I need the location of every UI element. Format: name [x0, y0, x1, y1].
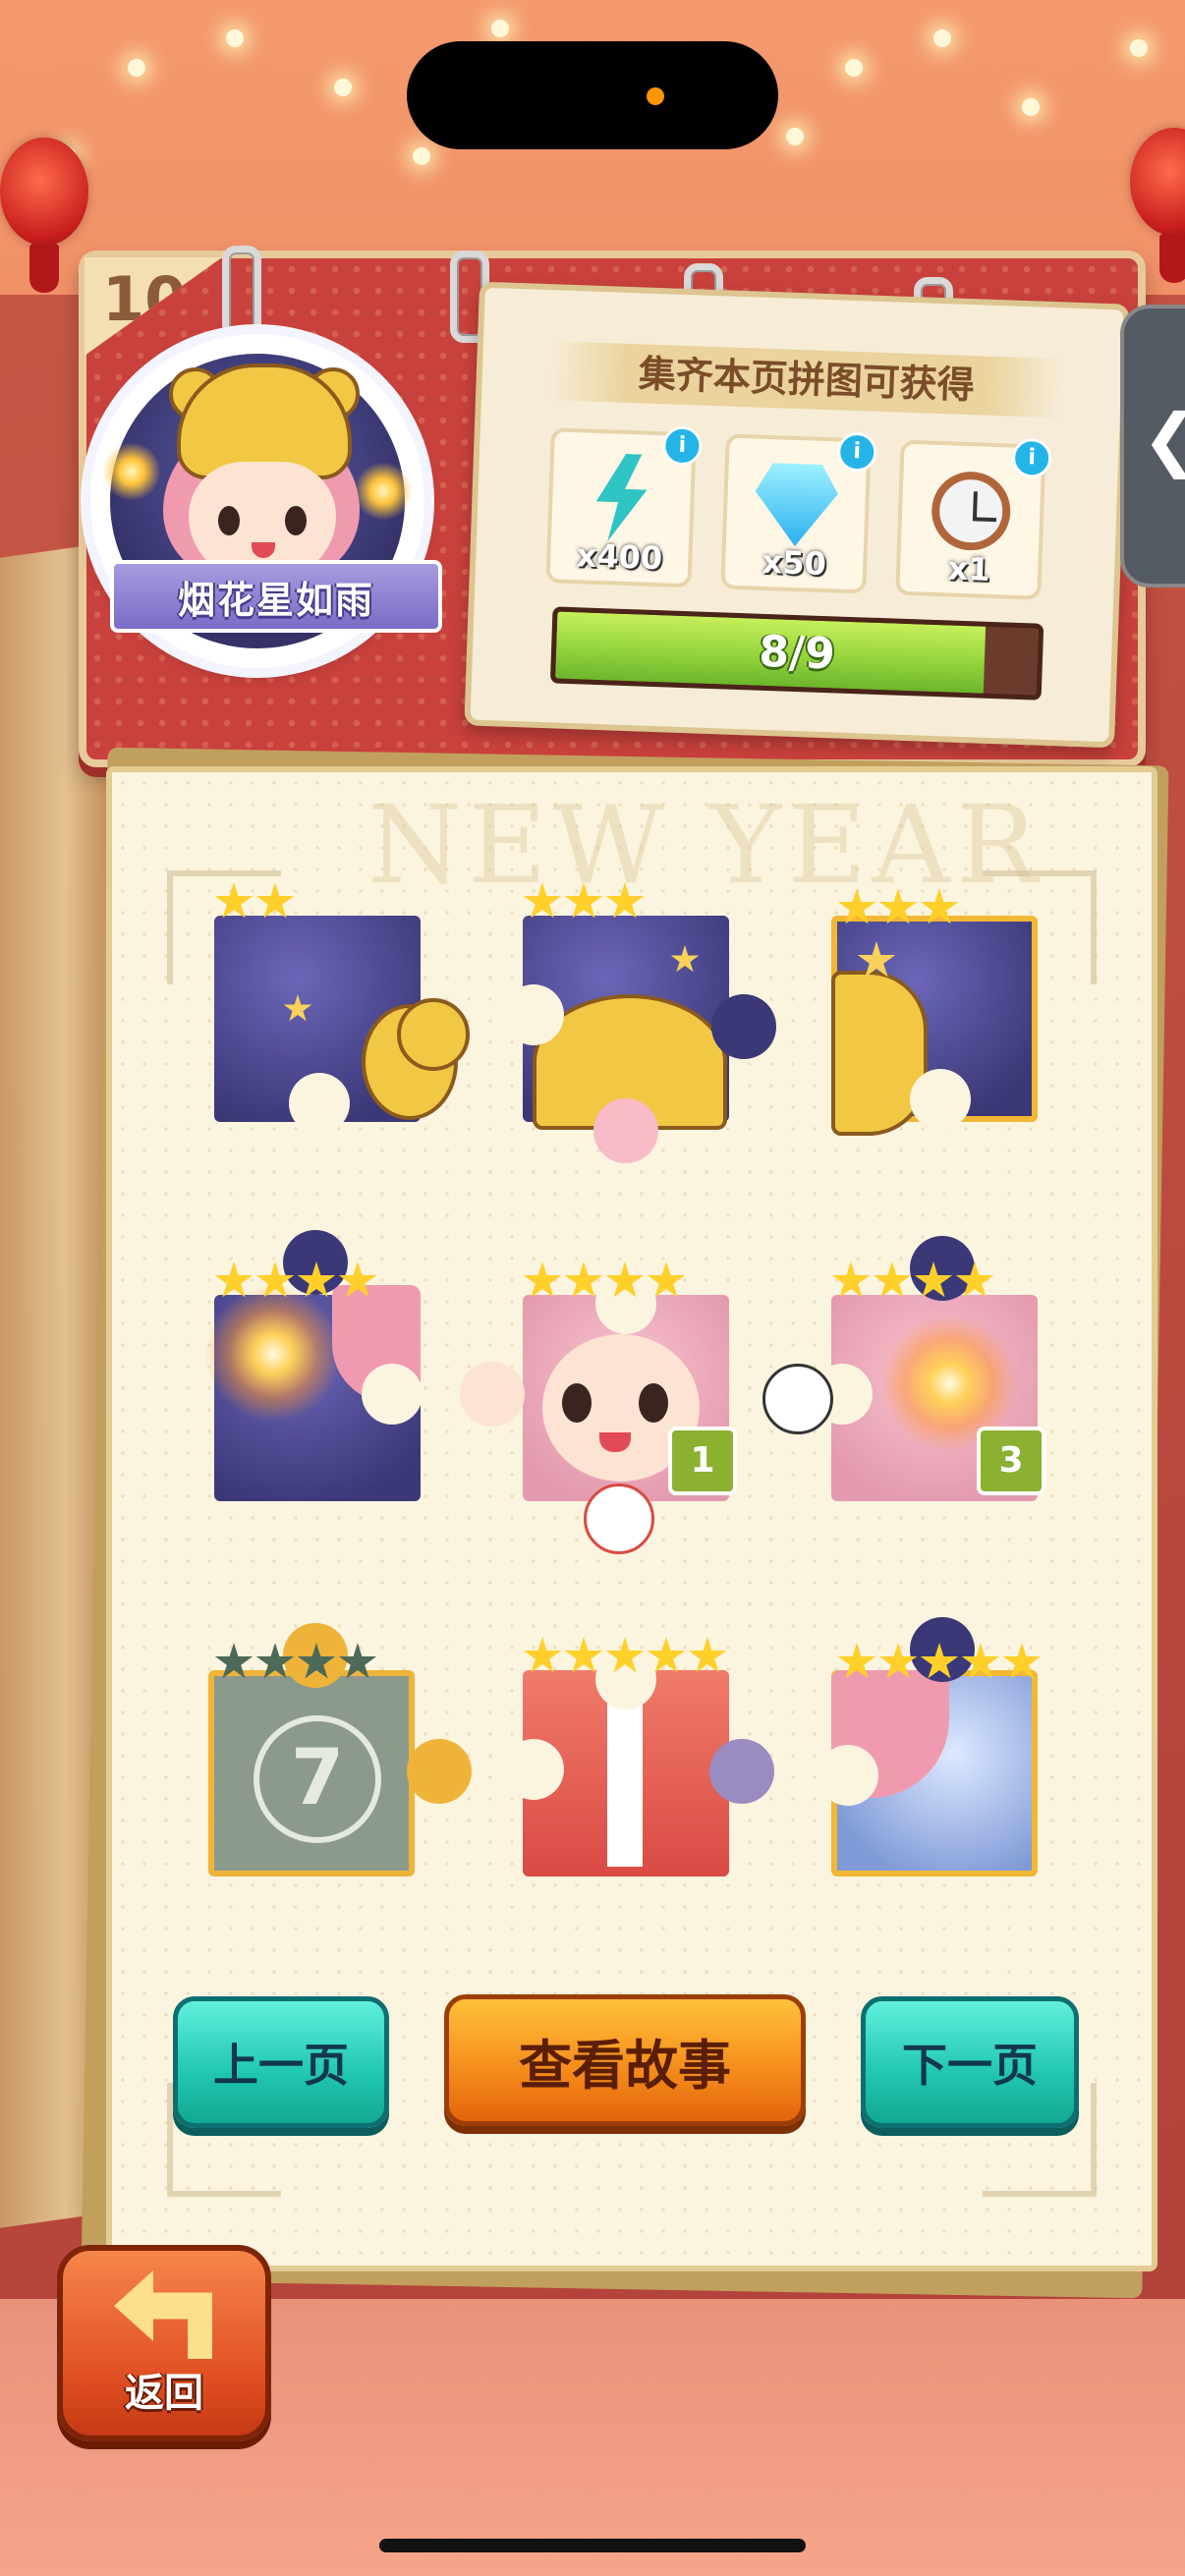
- prev-page-button[interactable]: 上一页: [173, 1996, 389, 2128]
- chevron-left-icon: ❮: [1142, 399, 1185, 479]
- back-arrow-icon: [114, 2270, 212, 2359]
- star-empty-icon: [297, 1643, 336, 1679]
- star-icon: [523, 1261, 562, 1298]
- star-icon: [605, 1637, 645, 1673]
- reward-qty: x50: [762, 542, 827, 584]
- puzzle-stars: [523, 1637, 727, 1676]
- puzzle-piece-3[interactable]: [831, 888, 1038, 1136]
- back-label: 返回: [125, 2371, 203, 2416]
- duplicate-count-badge: 3: [977, 1427, 1045, 1495]
- star-empty-icon: [338, 1643, 377, 1679]
- star-icon: [338, 1261, 377, 1298]
- star-icon: [564, 1261, 603, 1298]
- puzzle-piece-8[interactable]: [503, 1637, 774, 1876]
- reward-item-clock[interactable]: x1 i: [895, 437, 1052, 600]
- puzzle-piece-5[interactable]: 1: [460, 1261, 737, 1554]
- info-icon[interactable]: i: [661, 425, 704, 467]
- diamond-icon: [754, 463, 839, 548]
- star-icon: [1002, 1643, 1042, 1679]
- star-icon: [688, 1637, 727, 1673]
- puzzle-stars: [214, 882, 295, 922]
- reward-title: 集齐本页拼图可获得: [549, 341, 1063, 419]
- binder-ring-icon: [222, 246, 261, 338]
- star-icon: [605, 1261, 645, 1298]
- star-icon: [214, 882, 254, 919]
- view-story-button[interactable]: 查看故事: [444, 1994, 806, 2126]
- star-icon: [914, 1261, 953, 1298]
- star-icon: [297, 1261, 336, 1298]
- reward-qty: x400: [576, 536, 663, 578]
- character-eye: [285, 506, 307, 535]
- star-icon: [920, 1643, 959, 1679]
- star-icon: [605, 882, 645, 919]
- star-icon: [837, 888, 876, 924]
- side-drawer-tab[interactable]: ❮: [1120, 305, 1185, 588]
- star-empty-icon: [214, 1643, 254, 1679]
- reward-card: 集齐本页拼图可获得 x400 i x50 i x1 i 8/9: [464, 281, 1130, 749]
- sparkler-icon: [354, 462, 413, 521]
- home-indicator[interactable]: [379, 2539, 806, 2552]
- star-icon: [961, 1643, 1000, 1679]
- reward-qty: x1: [947, 549, 991, 588]
- star-icon: [837, 1643, 876, 1679]
- puzzle-piece-1[interactable]: [214, 882, 470, 1134]
- puzzle-piece-4[interactable]: [204, 1230, 423, 1501]
- star-icon: [564, 882, 603, 919]
- puzzle-stars: [837, 888, 959, 927]
- puzzle-stars: [837, 1643, 1042, 1682]
- left-lantern-icon: [0, 138, 88, 293]
- star-icon: [564, 1637, 603, 1673]
- puzzle-piece-7-locked[interactable]: 7: [208, 1623, 472, 1876]
- info-icon[interactable]: i: [1011, 437, 1052, 478]
- clock-icon: [930, 470, 1012, 552]
- lightning-icon: [589, 453, 654, 543]
- puzzle-piece-6[interactable]: 3: [762, 1236, 1045, 1501]
- collection-progress-bar: 8/9: [549, 606, 1044, 700]
- star-icon: [214, 1261, 254, 1298]
- star-icon: [647, 1261, 686, 1298]
- duplicate-count-badge: 1: [668, 1427, 737, 1495]
- star-icon: [873, 1261, 912, 1298]
- back-button[interactable]: 返回: [57, 2245, 271, 2441]
- camera-indicator: [647, 87, 664, 105]
- progress-text: 8/9: [758, 626, 836, 680]
- puzzle-stars: [214, 1261, 377, 1301]
- reward-item-energy[interactable]: x400 i: [545, 425, 704, 588]
- star-icon: [920, 888, 959, 924]
- star-icon: [878, 888, 918, 924]
- star-empty-icon: [255, 1643, 295, 1679]
- star-icon: [523, 882, 562, 919]
- puzzle-piece-9[interactable]: [818, 1617, 1042, 1876]
- puzzle-stars: [831, 1261, 994, 1301]
- star-icon: [831, 1261, 871, 1298]
- star-icon: [255, 882, 295, 919]
- camera-notch: [407, 41, 778, 149]
- sparkler-icon: [102, 442, 161, 501]
- next-page-button[interactable]: 下一页: [861, 1996, 1079, 2128]
- puzzle-stars: [523, 882, 645, 922]
- star-icon: [878, 1643, 918, 1679]
- star-icon: [647, 1637, 686, 1673]
- locked-piece-number: 7: [254, 1715, 381, 1843]
- character-name-ribbon: 烟花星如雨: [110, 560, 442, 633]
- puzzle-stars: [214, 1643, 377, 1682]
- puzzle-stars: [523, 1261, 686, 1301]
- reward-item-diamond[interactable]: x50 i: [720, 431, 877, 594]
- puzzle-piece-2[interactable]: [503, 882, 776, 1163]
- info-icon[interactable]: i: [836, 431, 877, 473]
- star-icon: [255, 1261, 295, 1298]
- star-icon: [955, 1261, 994, 1298]
- character-eye: [218, 506, 240, 535]
- star-icon: [523, 1637, 562, 1673]
